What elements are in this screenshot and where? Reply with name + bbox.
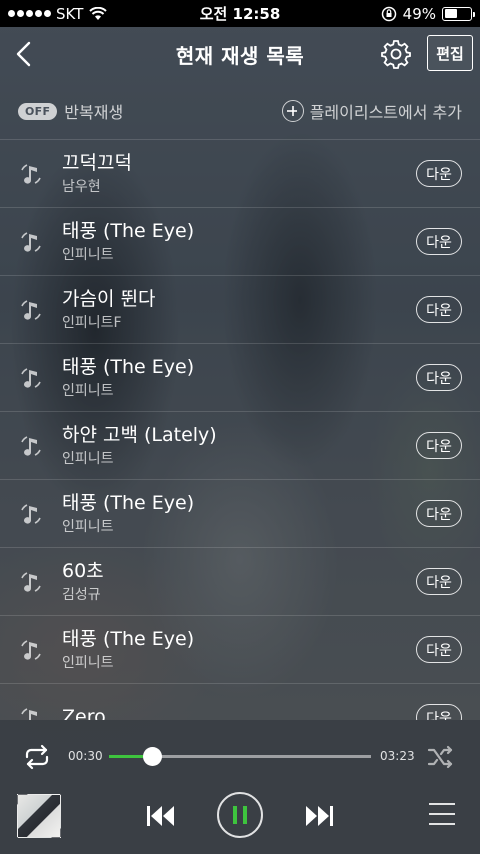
player-bar: 00:30 03:23 xyxy=(0,720,480,854)
repeat-toggle[interactable]: OFF 반복재생 xyxy=(18,99,123,123)
song-info: 태풍 (The Eye) 인피니트 xyxy=(62,492,416,536)
chevron-left-icon[interactable] xyxy=(12,39,36,69)
song-info: 하얀 고백 (Lately) 인피니트 xyxy=(62,424,416,468)
song-title: 태풍 (The Eye) xyxy=(62,219,195,242)
header: 현재 재생 목록 편집 xyxy=(0,27,480,81)
song-info: 태풍 (The Eye) 인피니트 xyxy=(62,356,416,400)
song-info: 가슴이 뛴다인피니트F xyxy=(62,288,416,332)
song-artist: 인피니트F xyxy=(62,314,122,331)
download-button[interactable]: 다운 xyxy=(416,160,462,187)
song-title: 태풍 (The Eye) xyxy=(62,627,195,650)
song-row[interactable]: 가슴이 뛴다 인피니트F 다운 xyxy=(0,275,480,343)
song-row[interactable]: 끄덕끄덕 남우현 다운 xyxy=(0,139,480,207)
song-artist: 인피니트 xyxy=(62,654,114,671)
music-note-icon xyxy=(18,433,44,459)
music-note-icon xyxy=(18,229,44,255)
song-title: 끄덕끄덕 xyxy=(62,151,132,174)
music-note-icon xyxy=(18,705,44,720)
skip-previous-icon[interactable] xyxy=(146,804,176,828)
hamburger-menu-icon[interactable] xyxy=(429,803,455,827)
song-info: 끄덕끄덕남우현 xyxy=(62,152,416,196)
song-info: 태풍 (The Eye) 인피니트 xyxy=(62,628,416,672)
music-note-icon xyxy=(18,637,44,663)
song-row[interactable]: 태풍 (The Eye) 인피니트 다운 xyxy=(0,615,480,683)
download-button[interactable]: 다운 xyxy=(416,432,462,459)
song-title: 하얀 고백 (Lately) xyxy=(62,423,217,446)
battery-percent: 49% xyxy=(402,4,436,23)
song-title: 태풍 (The Eye) xyxy=(62,491,195,514)
pause-button[interactable] xyxy=(217,792,263,838)
signal-strength-icon xyxy=(8,10,51,17)
battery-icon xyxy=(442,6,475,21)
rotation-lock-icon xyxy=(381,6,396,21)
gear-icon[interactable] xyxy=(380,38,412,70)
music-note-icon xyxy=(18,365,44,391)
page-title: 현재 재생 목록 xyxy=(175,43,305,68)
download-button[interactable]: 다운 xyxy=(416,568,462,595)
current-time: 00:30 xyxy=(68,749,103,763)
download-button[interactable]: 다운 xyxy=(416,636,462,663)
pause-icon xyxy=(233,806,247,824)
song-artist: 인피니트 xyxy=(62,246,114,263)
music-note-icon xyxy=(18,501,44,527)
song-title: 태풍 (The Eye) xyxy=(62,355,195,378)
progress-bar[interactable] xyxy=(109,747,371,766)
download-button[interactable]: 다운 xyxy=(416,500,462,527)
music-note-icon xyxy=(18,569,44,595)
wifi-icon xyxy=(89,6,108,20)
song-info: 태풍 (The Eye) 인피니트 xyxy=(62,220,416,264)
song-row[interactable]: 60초 김성규 다운 xyxy=(0,547,480,615)
song-title: 가슴이 뛴다 xyxy=(62,287,156,310)
song-row[interactable]: 태풍 (The Eye) 인피니트 다운 xyxy=(0,207,480,275)
download-button[interactable]: 다운 xyxy=(416,296,462,323)
repeat-state-badge: OFF xyxy=(18,102,58,120)
status-bar: SKT 오전 12:58 49% xyxy=(0,0,480,27)
song-row[interactable]: 하얀 고백 (Lately) 인피니트 다운 xyxy=(0,411,480,479)
shuffle-icon[interactable] xyxy=(427,744,455,770)
progress-knob[interactable] xyxy=(142,747,162,766)
playlist-toolbar: OFF 반복재생 플레이리스트에서 추가 xyxy=(0,83,480,139)
download-button[interactable]: 다운 xyxy=(416,704,462,720)
repeat-label: 반복재생 xyxy=(64,103,124,122)
song-info: Zero xyxy=(62,706,416,721)
song-artist: 김성규 xyxy=(62,586,101,603)
music-note-icon xyxy=(18,297,44,323)
add-from-playlist-label: 플레이리스트에서 추가 xyxy=(309,103,462,122)
song-artist: 인피니트 xyxy=(62,450,114,467)
song-title: Zero xyxy=(62,705,106,721)
song-list: 끄덕끄덕 남우현 다운 태풍 (The Eye) 인피니트 다운 가슴이 뛴다 인피니트F 다운… xyxy=(0,139,480,720)
skip-next-icon[interactable] xyxy=(304,804,334,828)
song-artist: 인피니트 xyxy=(62,382,114,399)
song-artist: 인피니트 xyxy=(62,518,114,535)
music-note-icon xyxy=(18,161,44,187)
song-artist: 남우현 xyxy=(62,178,101,195)
total-time: 03:23 xyxy=(380,749,415,763)
repeat-icon[interactable] xyxy=(22,744,52,770)
song-row[interactable]: 태풍 (The Eye) 인피니트 다운 xyxy=(0,479,480,547)
album-thumbnail[interactable] xyxy=(17,794,61,838)
song-info: 60초김성규 xyxy=(62,560,416,604)
carrier-name: SKT xyxy=(56,4,84,23)
download-button[interactable]: 다운 xyxy=(416,364,462,391)
song-row[interactable]: 태풍 (The Eye) 인피니트 다운 xyxy=(0,343,480,411)
add-from-playlist-button[interactable]: 플레이리스트에서 추가 xyxy=(281,99,462,123)
song-row[interactable]: Zero 다운 xyxy=(0,683,480,720)
plus-circle-icon xyxy=(281,100,304,122)
download-button[interactable]: 다운 xyxy=(416,228,462,255)
song-title: 60초 xyxy=(62,559,104,582)
edit-button[interactable]: 편집 xyxy=(427,35,473,71)
